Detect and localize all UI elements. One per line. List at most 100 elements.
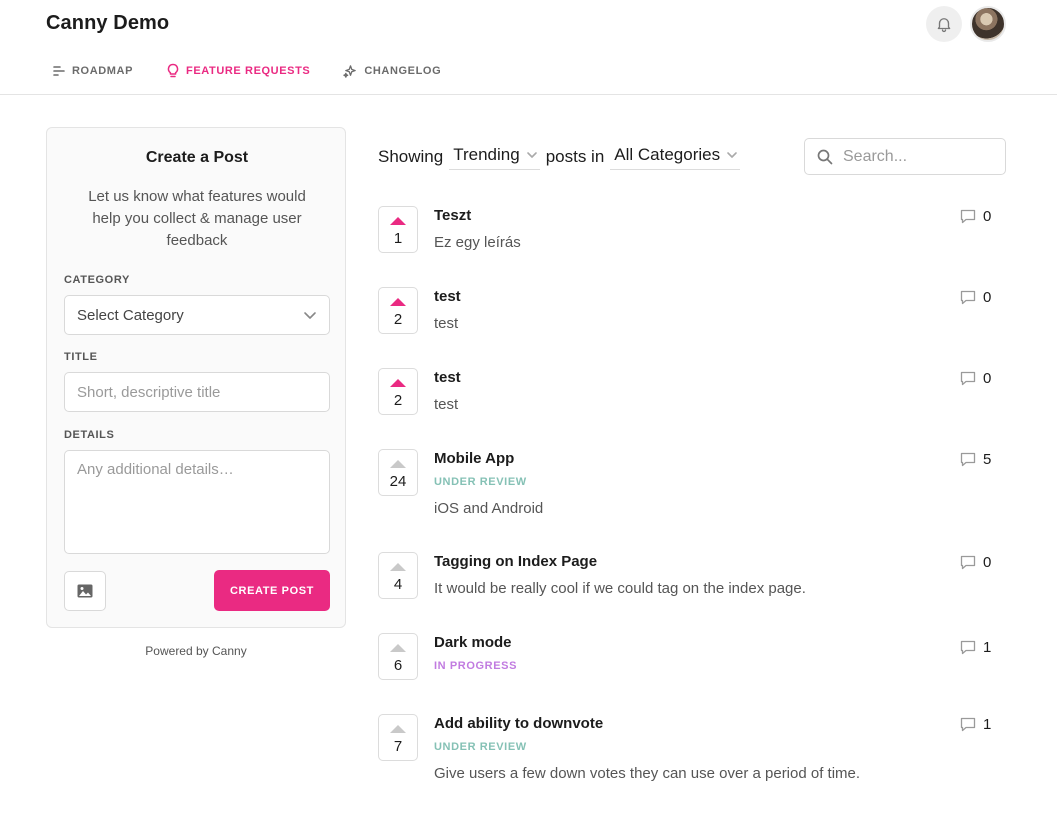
- upvote-arrow-icon: [390, 725, 406, 733]
- lightbulb-icon: [167, 63, 179, 78]
- upvote-arrow-icon: [390, 379, 406, 387]
- comment-count-value: 0: [983, 370, 992, 387]
- comment-count[interactable]: 0: [960, 208, 991, 225]
- title-label: TITLE: [64, 351, 98, 363]
- post-title[interactable]: Add ability to downvote: [434, 715, 603, 732]
- post-item[interactable]: 4 Tagging on Index Page It would be real…: [378, 552, 1006, 612]
- title-input[interactable]: [64, 372, 330, 412]
- comment-count-value: 0: [983, 289, 992, 306]
- upvote-button[interactable]: 6: [378, 633, 418, 680]
- upvote-arrow-icon: [390, 298, 406, 306]
- upvote-button[interactable]: 4: [378, 552, 418, 599]
- upvote-arrow-icon: [390, 563, 406, 571]
- sort-dropdown[interactable]: Trending: [449, 144, 540, 170]
- post-title[interactable]: Mobile App: [434, 450, 514, 467]
- app-title[interactable]: Canny Demo: [46, 12, 169, 35]
- comment-count-value: 5: [983, 451, 992, 468]
- nav-changelog-label: CHANGELOG: [364, 65, 442, 77]
- vote-count: 4: [393, 576, 403, 593]
- create-post-description: Let us know what features would help you…: [88, 188, 306, 249]
- create-post-card: Create a Post Let us know what features …: [46, 127, 346, 628]
- post-item[interactable]: 6 Dark mode IN PROGRESS 1: [378, 633, 1006, 693]
- comment-count[interactable]: 0: [960, 370, 991, 387]
- upvote-button[interactable]: 7: [378, 714, 418, 761]
- vote-count: 24: [389, 473, 407, 490]
- category-filter-value: All Categories: [614, 145, 721, 164]
- chevron-down-icon: [727, 152, 737, 158]
- post-title[interactable]: Dark mode: [434, 634, 512, 651]
- details-label: DETAILS: [64, 429, 115, 441]
- comment-count[interactable]: 0: [960, 554, 991, 571]
- post-title[interactable]: Teszt: [434, 207, 471, 224]
- chevron-down-icon: [526, 152, 537, 158]
- comment-count-value: 0: [983, 208, 992, 225]
- post-title[interactable]: test: [434, 288, 461, 305]
- post-title[interactable]: Tagging on Index Page: [434, 553, 597, 570]
- post-item[interactable]: 1 Teszt Ez egy leírás 0: [378, 206, 1006, 266]
- vote-count: 2: [393, 392, 403, 409]
- comment-count-value: 0: [983, 554, 992, 571]
- post-item[interactable]: 7 Add ability to downvote UNDER REVIEW G…: [378, 714, 1006, 789]
- create-post-button[interactable]: CREATE POST: [214, 570, 330, 611]
- post-description: Give users a few down votes they can use…: [434, 765, 861, 782]
- upvote-arrow-icon: [390, 460, 406, 468]
- user-avatar[interactable]: [970, 6, 1006, 42]
- main-nav: ROADMAP FEATURE REQUESTS CHANGELOG: [52, 62, 474, 80]
- category-select[interactable]: Select Category: [64, 295, 330, 335]
- vote-count: 2: [393, 311, 403, 328]
- comment-count[interactable]: 0: [960, 289, 991, 306]
- powered-by-link[interactable]: Powered by Canny: [46, 644, 346, 658]
- image-icon: [77, 584, 93, 598]
- nav-changelog[interactable]: CHANGELOG: [343, 62, 441, 80]
- post-filter-bar: Showing Trending posts in All Categories: [378, 144, 746, 170]
- comment-count[interactable]: 1: [960, 716, 991, 733]
- comment-count[interactable]: 1: [960, 639, 991, 656]
- vote-count: 6: [393, 657, 403, 674]
- comment-count-value: 1: [983, 639, 992, 656]
- post-status-badge: UNDER REVIEW: [434, 476, 527, 488]
- comment-icon: [960, 371, 976, 386]
- post-item[interactable]: 2 test test 0: [378, 368, 1006, 428]
- upvote-arrow-icon: [390, 644, 406, 652]
- comment-icon: [960, 555, 976, 570]
- roadmap-icon: [53, 66, 65, 76]
- sort-dropdown-value: Trending: [453, 145, 520, 164]
- bell-icon: [937, 18, 951, 33]
- chevron-down-icon: [304, 311, 316, 319]
- category-filter-dropdown[interactable]: All Categories: [610, 144, 741, 170]
- post-status-badge: UNDER REVIEW: [434, 741, 527, 753]
- post-item[interactable]: 2 test test 0: [378, 287, 1006, 347]
- post-description: test: [434, 396, 459, 413]
- post-item[interactable]: 24 Mobile App UNDER REVIEW iOS and Andro…: [378, 449, 1006, 524]
- nav-roadmap[interactable]: ROADMAP: [52, 62, 133, 80]
- comment-icon: [960, 640, 976, 655]
- search-icon: [817, 149, 833, 164]
- showing-label: Showing: [378, 147, 444, 166]
- posts-in-label: posts in: [545, 147, 605, 166]
- search-box[interactable]: [804, 138, 1006, 175]
- category-label: CATEGORY: [64, 274, 130, 286]
- post-description: test: [434, 315, 459, 332]
- comment-count-value: 1: [983, 716, 992, 733]
- nav-roadmap-label: ROADMAP: [72, 65, 134, 77]
- post-title[interactable]: test: [434, 369, 461, 386]
- comment-icon: [960, 290, 976, 305]
- upvote-button[interactable]: 24: [378, 449, 418, 496]
- upvote-button[interactable]: 2: [378, 368, 418, 415]
- comment-icon: [960, 452, 976, 467]
- upvote-button[interactable]: 2: [378, 287, 418, 334]
- create-post-title: Create a Post: [145, 149, 249, 166]
- post-description: Ez egy leírás: [434, 234, 521, 251]
- attach-image-button[interactable]: [64, 571, 106, 611]
- details-textarea[interactable]: [64, 450, 330, 554]
- upvote-arrow-icon: [390, 217, 406, 225]
- post-description: It would be really cool if we could tag …: [434, 580, 806, 597]
- notifications-button[interactable]: [926, 6, 962, 42]
- comment-count[interactable]: 5: [960, 451, 991, 468]
- nav-feature-requests[interactable]: FEATURE REQUESTS: [166, 62, 310, 80]
- top-header: Canny Demo ROADMAP FEATURE REQUESTS CHAN…: [0, 0, 1057, 95]
- vote-count: 1: [393, 230, 403, 247]
- search-input[interactable]: [843, 147, 993, 166]
- comment-icon: [960, 717, 976, 732]
- upvote-button[interactable]: 1: [378, 206, 418, 253]
